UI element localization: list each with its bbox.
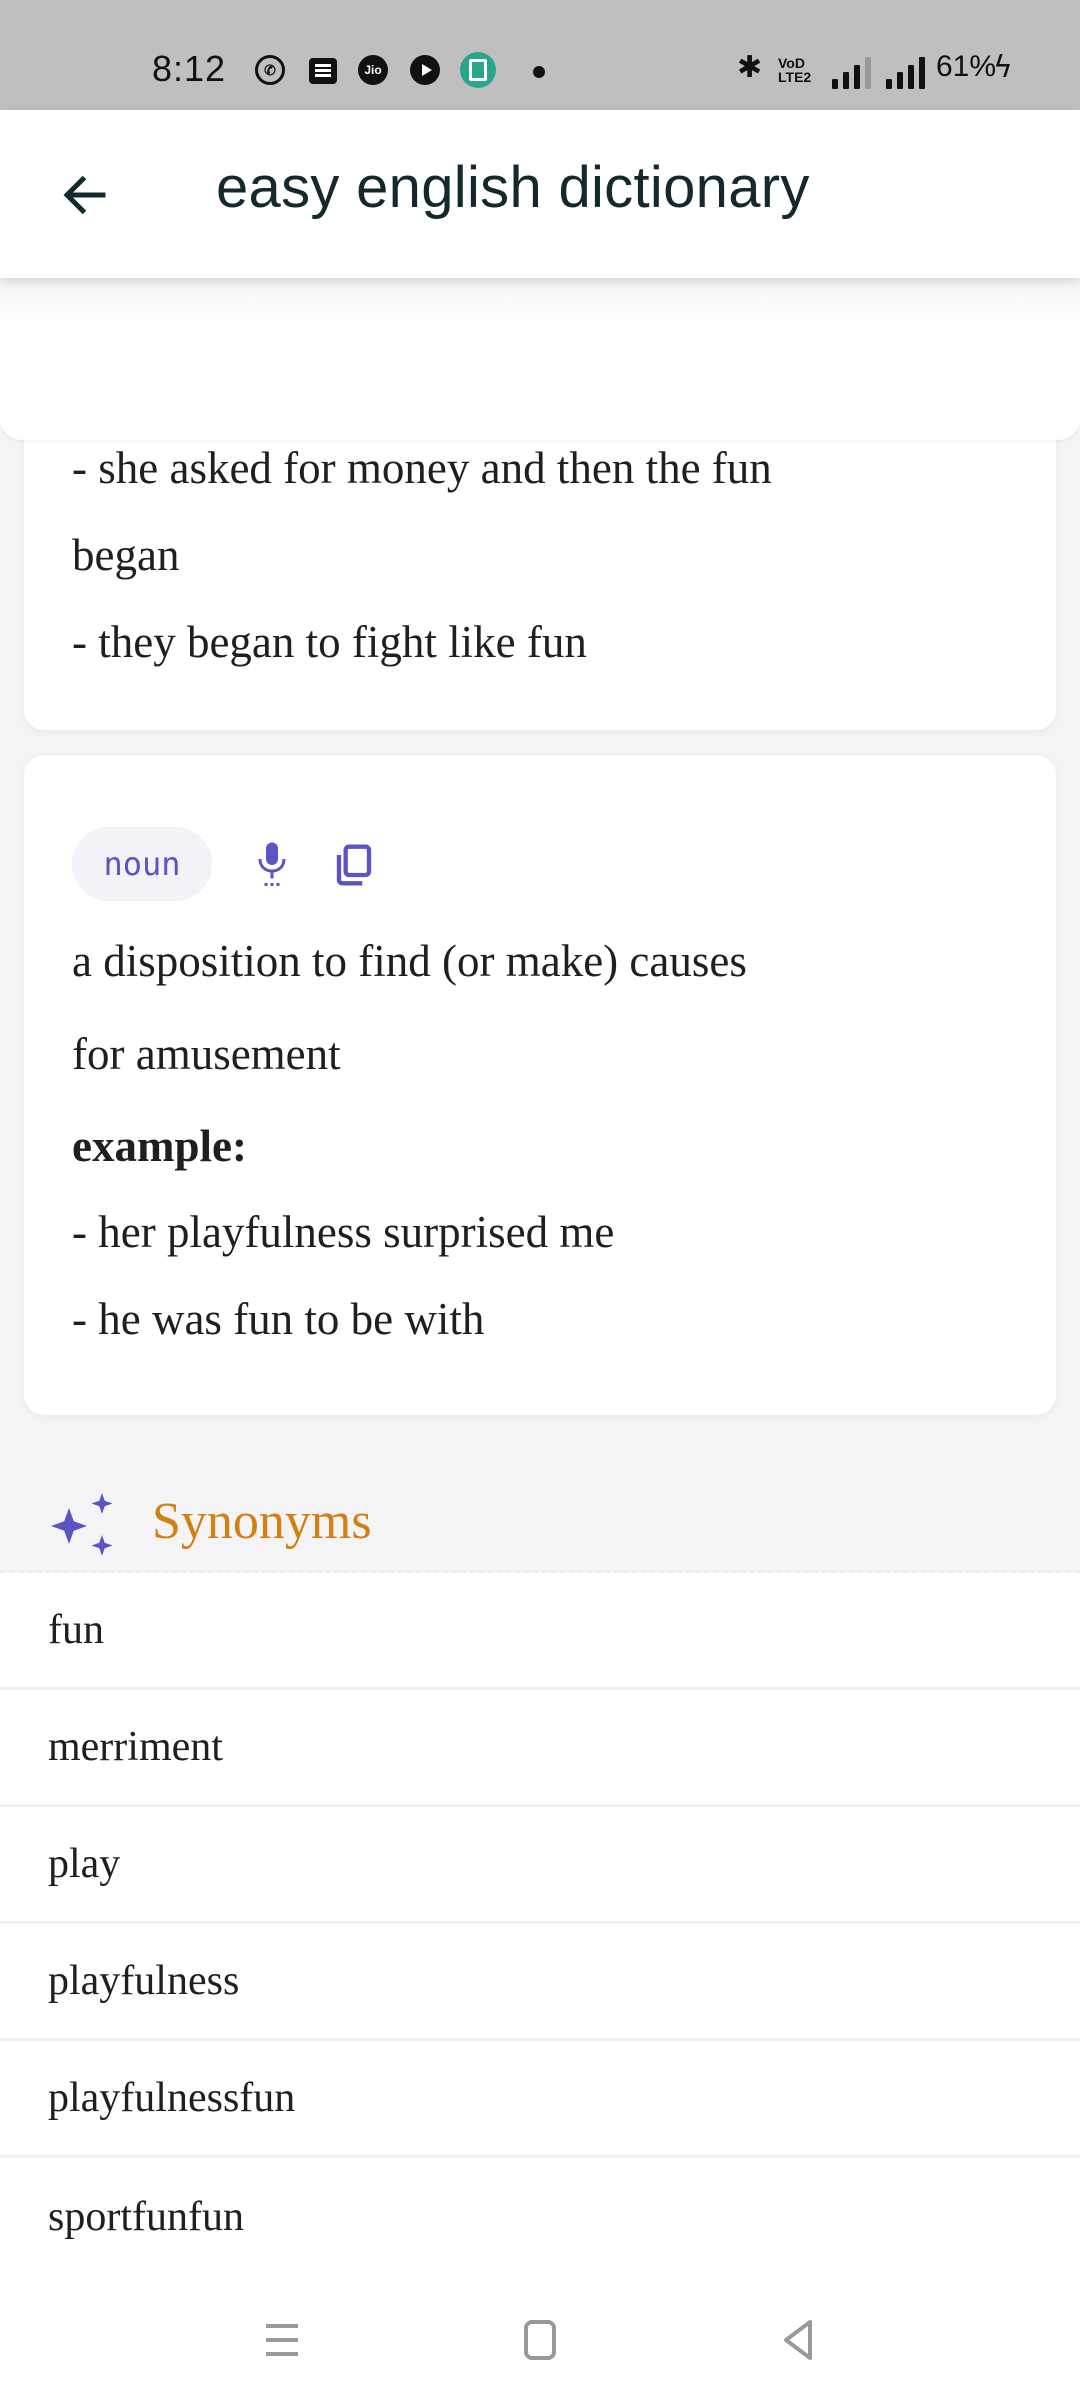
example-line: - he was fun to be with <box>72 1294 485 1344</box>
synonyms-list: fun merriment play playfulness playfulne… <box>0 1573 1080 2275</box>
synonyms-title: Synonyms <box>152 1493 372 1550</box>
definition-text: a disposition to find (or make) causes <box>72 936 747 986</box>
store-icon <box>460 52 496 88</box>
app-header: easy english dictionary <box>0 110 1080 278</box>
jio-icon: Jio <box>358 55 388 85</box>
signal-icon-sim1 <box>832 55 871 89</box>
recents-menu-icon <box>266 2324 298 2356</box>
recents-button[interactable] <box>252 2310 312 2370</box>
synonym-item[interactable]: playfulnessfun <box>0 2041 1080 2158</box>
volte-icon: VoD LTE2 <box>778 56 811 84</box>
synonym-item[interactable]: fun <box>0 1573 1080 1690</box>
definition-text: for amusement <box>72 1029 341 1079</box>
bluetooth-icon: ✱ <box>737 50 763 85</box>
message-icon <box>309 58 337 84</box>
back-triangle-icon <box>784 2320 812 2360</box>
example-line: - she asked for money and then the fun <box>72 443 772 493</box>
home-button[interactable] <box>510 2310 570 2370</box>
part-of-speech-chip: noun <box>72 827 212 901</box>
more-dot-icon <box>533 66 545 78</box>
status-time: 8:12 <box>152 48 227 89</box>
synonym-item[interactable]: merriment <box>0 1690 1080 1807</box>
example-label: example: <box>72 1121 247 1171</box>
play-icon <box>410 55 440 85</box>
example-line: - they began to fight like fun <box>72 617 587 667</box>
synonym-item[interactable]: play <box>0 1807 1080 1924</box>
synonyms-header: Synonyms <box>0 1470 1080 1570</box>
battery-percent: 61% <box>936 50 997 83</box>
status-bar: 8:12 ✆ Jio ✱ VoD LTE2 61% ϟ <box>0 0 1080 110</box>
charging-icon: ϟ <box>993 50 1013 85</box>
blank-banner-panel <box>0 282 1080 440</box>
nav-back-button[interactable] <box>768 2310 828 2370</box>
volte-line2: LTE2 <box>778 69 812 85</box>
example-line: began <box>72 530 180 580</box>
synonym-item[interactable]: sportfunfun <box>0 2158 1080 2275</box>
copy-icon <box>336 844 372 886</box>
back-button[interactable] <box>50 160 120 230</box>
synonym-item[interactable]: playfulness <box>0 1924 1080 2041</box>
sparkle-icon <box>51 1493 113 1556</box>
signal-icon-sim2 <box>886 55 925 89</box>
whatsapp-icon: ✆ <box>255 55 285 85</box>
home-icon <box>524 2320 556 2360</box>
page-title: easy english dictionary <box>216 155 810 220</box>
system-nav-bar <box>0 2270 1080 2400</box>
definition-card: noun a disposition to find (or make) cau… <box>24 755 1056 1415</box>
example-line: - her playfulness surprised me <box>72 1207 615 1257</box>
microphone-icon <box>258 842 286 886</box>
copy-button[interactable] <box>330 840 378 890</box>
arrow-left-icon <box>63 175 106 215</box>
pronounce-button[interactable] <box>248 840 296 890</box>
